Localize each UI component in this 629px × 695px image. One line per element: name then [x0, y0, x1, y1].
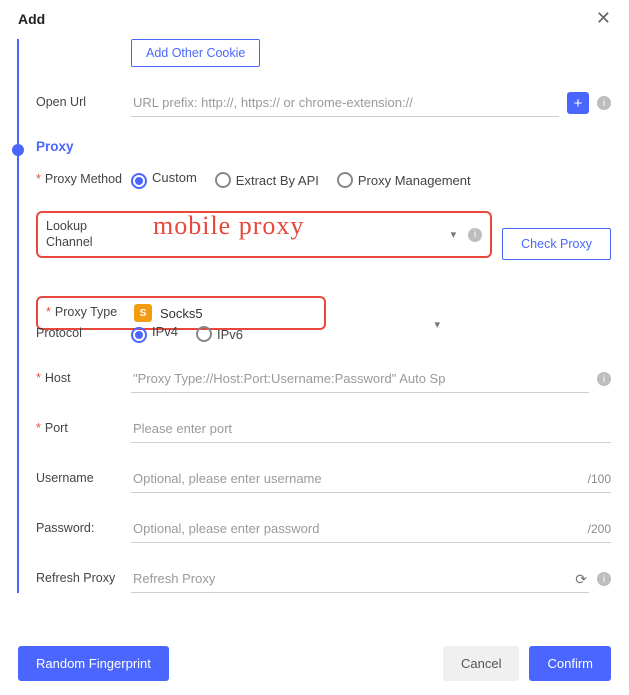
open-url-input[interactable]: [131, 89, 559, 117]
radio-api-label: Extract By API: [236, 173, 319, 188]
radio-mgmt-label: Proxy Management: [358, 173, 471, 188]
username-input[interactable]: [131, 465, 611, 493]
refresh-proxy-input[interactable]: [131, 565, 589, 593]
confirm-button[interactable]: Confirm: [529, 646, 611, 681]
proxy-section-dot: [12, 144, 24, 156]
lookup-info-icon[interactable]: i: [468, 228, 482, 242]
mobile-proxy-annotation: mobile proxy: [153, 211, 304, 241]
protocol-radio-group: IPv4 IPv6: [131, 324, 243, 343]
check-proxy-button[interactable]: Check Proxy: [502, 228, 611, 260]
close-icon[interactable]: ✕: [596, 8, 611, 29]
radio-custom[interactable]: Custom: [131, 170, 197, 189]
radio-custom-label: Custom: [152, 170, 197, 185]
random-fingerprint-button[interactable]: Random Fingerprint: [18, 646, 169, 681]
timeline-line: [17, 39, 19, 593]
socks5-badge-icon: S: [134, 304, 152, 322]
radio-proxy-mgmt[interactable]: Proxy Management: [337, 172, 471, 188]
port-label: Port: [36, 421, 131, 437]
host-info-icon[interactable]: i: [597, 372, 611, 386]
host-input[interactable]: [131, 365, 589, 393]
radio-ipv6-label: IPv6: [217, 327, 243, 342]
add-url-button[interactable]: +: [567, 92, 589, 114]
username-label: Username: [36, 471, 131, 487]
radio-ipv4[interactable]: IPv4: [131, 324, 178, 343]
add-other-cookie-button[interactable]: Add Other Cookie: [131, 39, 260, 67]
port-input[interactable]: [131, 415, 611, 443]
info-icon[interactable]: i: [597, 96, 611, 110]
password-input[interactable]: [131, 515, 611, 543]
password-label: Password:: [36, 521, 131, 537]
lookup-dropdown-caret[interactable]: ▾: [451, 228, 463, 241]
proxy-section-title: Proxy: [36, 139, 611, 154]
dialog-title: Add: [18, 11, 45, 27]
proxy-type-label: Proxy Type: [46, 305, 134, 321]
proxy-method-label: Proxy Method: [36, 172, 131, 188]
radio-ipv4-label: IPv4: [152, 324, 178, 339]
proxy-method-radio-group: Custom Extract By API Proxy Management: [131, 170, 471, 189]
radio-extract-api[interactable]: Extract By API: [215, 172, 319, 188]
lookup-channel-highlight: Lookup Channel mobile proxy ▾ i: [36, 211, 492, 258]
radio-ipv6[interactable]: IPv6: [196, 326, 243, 342]
proxy-type-value[interactable]: Socks5: [160, 306, 203, 321]
open-url-label: Open Url: [36, 95, 131, 111]
refresh-info-icon[interactable]: i: [597, 572, 611, 586]
proxy-section-label: Proxy: [36, 139, 74, 154]
host-label: Host: [36, 371, 131, 387]
lookup-channel-label: Lookup Channel: [46, 219, 116, 250]
cancel-button[interactable]: Cancel: [443, 646, 519, 681]
protocol-label: Protocol: [36, 326, 131, 342]
refresh-proxy-label: Refresh Proxy: [36, 571, 131, 587]
refresh-icon[interactable]: ⟳: [575, 571, 587, 588]
